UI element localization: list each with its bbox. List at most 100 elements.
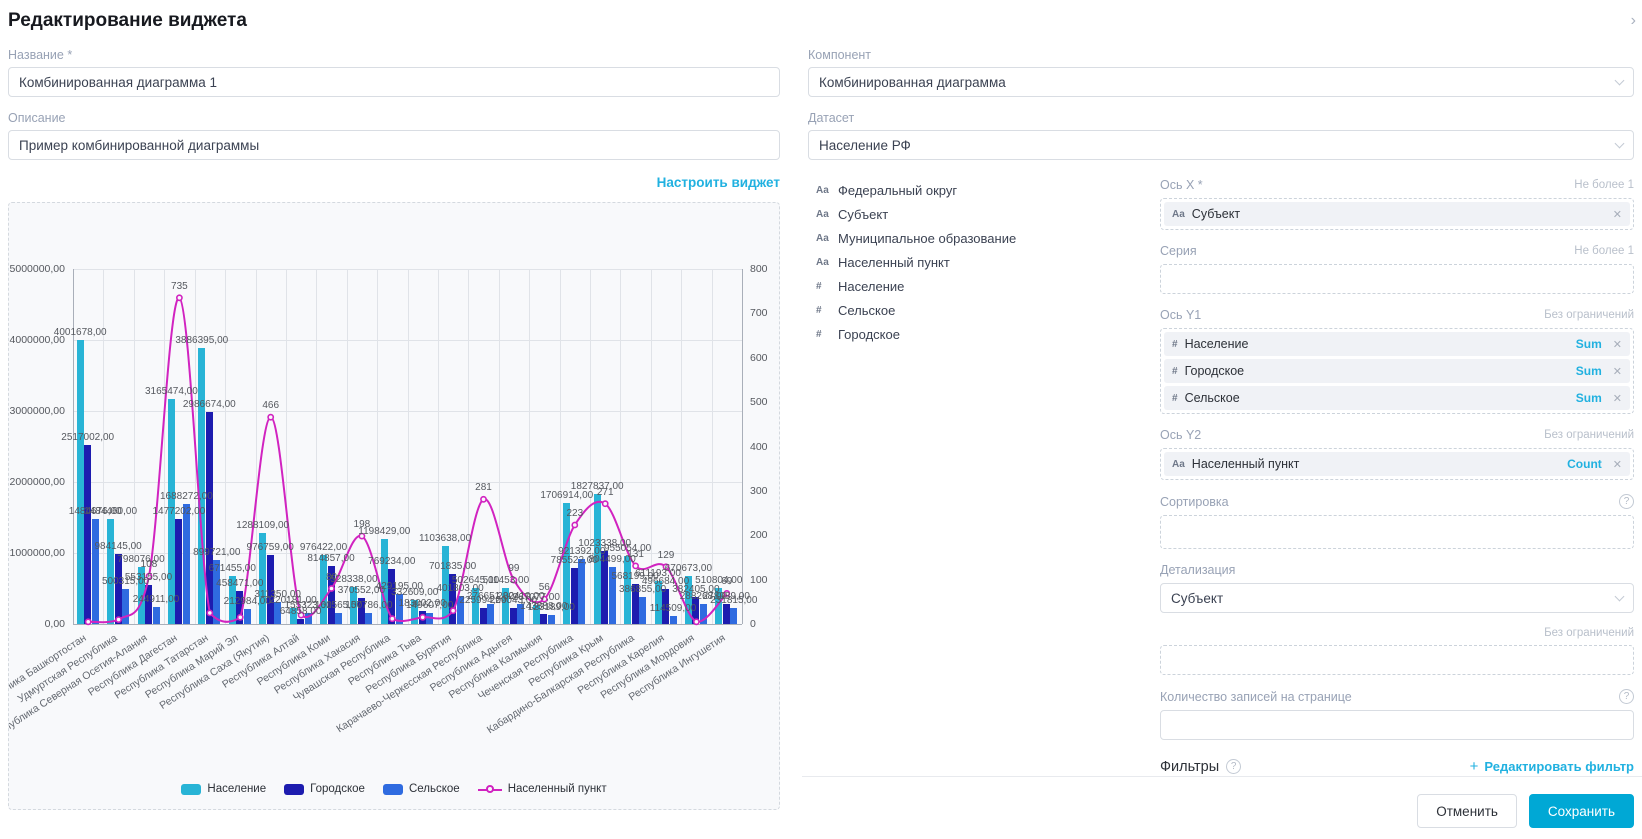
bar-value-label: 157786,00 bbox=[345, 600, 392, 611]
bar-value-label: 311350,00 bbox=[254, 589, 301, 600]
line-value-label: 129 bbox=[658, 550, 675, 561]
text-field-icon: Aa bbox=[1172, 209, 1185, 220]
chip-label: Субъект bbox=[1192, 207, 1240, 221]
number-field-icon: # bbox=[1172, 339, 1178, 350]
field-item[interactable]: # Городское bbox=[816, 322, 1160, 346]
chip-label: Городское bbox=[1185, 364, 1245, 378]
right-column: Компонент Комбинированная диаграмма Дата… bbox=[808, 48, 1634, 775]
line-value-label: 131 bbox=[627, 549, 644, 560]
field-chip[interactable]: # Сельское Sum ✕ bbox=[1164, 386, 1630, 410]
help-icon[interactable]: ? bbox=[1226, 759, 1241, 774]
bar-value-label: 1477202,00 bbox=[152, 506, 205, 517]
number-field-icon: # bbox=[816, 329, 831, 340]
page-size-input[interactable] bbox=[1160, 710, 1634, 740]
series-dropzone[interactable] bbox=[1160, 264, 1634, 294]
bar-value-label: 814857,00 bbox=[307, 553, 354, 564]
y2-axis-dropzone[interactable]: AaНаселенный пунктCount✕ bbox=[1160, 448, 1634, 480]
line-value-label: 56 bbox=[539, 582, 550, 593]
bar-value-label: 899721,00 bbox=[193, 547, 240, 558]
dataset-label: Датасет bbox=[808, 111, 1634, 125]
remove-chip-icon[interactable]: ✕ bbox=[1613, 458, 1622, 471]
help-icon[interactable]: ? bbox=[1619, 494, 1634, 509]
series-limit: Не более 1 bbox=[1574, 245, 1634, 257]
field-item[interactable]: Aa Муниципальное образование bbox=[816, 226, 1160, 250]
line-value-label: 108 bbox=[141, 559, 158, 570]
y1-axis-dropzone[interactable]: #НаселениеSum✕#ГородскоеSum✕#СельскоеSum… bbox=[1160, 328, 1634, 414]
line-value-label: 99 bbox=[508, 563, 519, 574]
x-axis-dropzone[interactable]: Aa Субъект ✕ bbox=[1160, 198, 1634, 230]
save-button[interactable]: Сохранить bbox=[1529, 794, 1634, 828]
text-field-icon: Aa bbox=[816, 233, 831, 244]
bar-value-label: 4001678,00 bbox=[54, 327, 107, 338]
number-field-icon: # bbox=[1172, 393, 1178, 404]
field-item[interactable]: AaНаселенный пункт bbox=[816, 250, 1160, 274]
collapse-panel-icon[interactable]: › bbox=[1631, 12, 1636, 30]
number-field-icon: # bbox=[816, 281, 831, 292]
field-item[interactable]: #Сельское bbox=[816, 298, 1160, 322]
chip-label: Сельское bbox=[1185, 391, 1240, 405]
component-select[interactable]: Комбинированная диаграмма bbox=[808, 67, 1634, 97]
drill-dropzone[interactable] bbox=[1160, 645, 1634, 675]
bar-value-label: 2986674,00 bbox=[183, 399, 236, 410]
field-chip[interactable]: Aa Субъект ✕ bbox=[1164, 202, 1630, 226]
chart-preview: 0,001000000,002000000,003000000,00400000… bbox=[8, 202, 780, 810]
line-value-label: 271 bbox=[597, 487, 614, 498]
field-chip[interactable]: # Население Sum ✕ bbox=[1164, 332, 1630, 356]
left-column: Название * Описание Настроить виджет 0,0… bbox=[8, 48, 780, 810]
plus-icon: + bbox=[1470, 758, 1479, 775]
bar-value-label: 1484676,00 bbox=[69, 506, 122, 517]
widget-description-input[interactable] bbox=[8, 130, 780, 160]
bar-value-label: 1288109,00 bbox=[236, 520, 289, 531]
bar-value-label: 3886395,00 bbox=[175, 335, 228, 346]
field-chip[interactable]: AaНаселенный пунктCount✕ bbox=[1164, 452, 1630, 476]
y2-axis-label: Ось Y2 bbox=[1160, 428, 1201, 442]
chip-label: Население bbox=[1185, 337, 1249, 351]
x-axis-limit: Не более 1 bbox=[1574, 179, 1634, 191]
detail-value: Субъект bbox=[1171, 591, 1223, 606]
bar-value-label: 1688272,00 bbox=[160, 491, 213, 502]
remove-chip-icon[interactable]: ✕ bbox=[1613, 365, 1622, 378]
text-field-icon: Aa bbox=[816, 209, 831, 220]
bar-value-label: 386855,00 bbox=[619, 584, 666, 595]
aggregation-tag[interactable]: Sum bbox=[1576, 364, 1602, 378]
field-chip[interactable]: #ГородскоеSum✕ bbox=[1164, 359, 1630, 383]
aggregation-tag[interactable]: Sum bbox=[1576, 337, 1602, 351]
help-icon[interactable]: ? bbox=[1619, 689, 1634, 704]
widget-name-input[interactable] bbox=[8, 67, 780, 97]
edit-filter-link[interactable]: Редактировать фильтр bbox=[1484, 759, 1634, 774]
aggregation-tag[interactable]: Sum bbox=[1576, 391, 1602, 405]
remove-chip-icon[interactable]: ✕ bbox=[1613, 208, 1622, 221]
line-value-label: 69 bbox=[721, 576, 732, 587]
bar-value-label: 984145,00 bbox=[94, 541, 141, 552]
y1-axis-limit: Без ограничений bbox=[1544, 309, 1634, 321]
field-item-label: Субъект bbox=[838, 207, 888, 222]
field-item[interactable]: AaФедеральный округ bbox=[816, 178, 1160, 202]
page-title: Редактирование виджета bbox=[8, 10, 247, 32]
sorting-dropzone[interactable] bbox=[1160, 515, 1634, 549]
cancel-button[interactable]: Отменить bbox=[1417, 794, 1517, 828]
field-item-label: Городское bbox=[838, 327, 900, 342]
chip-label: Населенный пункт bbox=[1192, 457, 1300, 471]
footer-divider bbox=[802, 776, 1642, 777]
component-value: Комбинированная диаграмма bbox=[819, 75, 1006, 90]
bar-value-label: 282410,00 bbox=[497, 591, 544, 602]
field-item[interactable]: #Население bbox=[816, 274, 1160, 298]
sorting-label: Сортировка bbox=[1160, 495, 1229, 509]
line-value-label: 735 bbox=[171, 281, 188, 292]
bar-value-label: 244911,00 bbox=[133, 594, 180, 605]
line-value-label: 198 bbox=[354, 519, 371, 530]
field-item-label: Населенный пункт bbox=[838, 255, 950, 270]
aggregation-tag[interactable]: Count bbox=[1567, 457, 1602, 471]
field-item-label: Муниципальное образование bbox=[838, 231, 1016, 246]
line-value-label: 80 bbox=[326, 572, 337, 583]
configure-widget-link[interactable]: Настроить виджет bbox=[657, 175, 780, 190]
detail-select[interactable]: Субъект bbox=[1160, 583, 1634, 613]
component-label: Компонент bbox=[808, 48, 1634, 62]
footer-actions: Отменить Сохранить bbox=[1417, 794, 1634, 828]
field-item-label: Федеральный округ bbox=[838, 183, 957, 198]
remove-chip-icon[interactable]: ✕ bbox=[1613, 392, 1622, 405]
remove-chip-icon[interactable]: ✕ bbox=[1613, 338, 1622, 351]
field-item[interactable]: Aa Субъект bbox=[816, 202, 1160, 226]
dataset-select[interactable]: Население РФ bbox=[808, 130, 1634, 160]
chevron-down-icon bbox=[1615, 138, 1625, 148]
